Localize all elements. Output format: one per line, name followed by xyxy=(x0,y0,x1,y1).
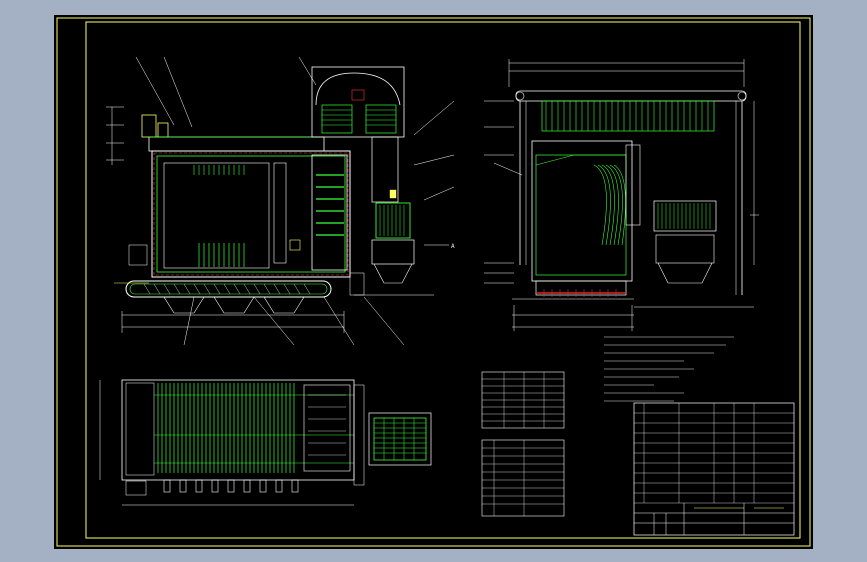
economizer-view: A xyxy=(311,66,455,296)
chain-grate xyxy=(125,280,332,298)
parts-list xyxy=(633,402,795,536)
side-elevation-view xyxy=(484,59,759,331)
front-elevation-view xyxy=(106,56,455,346)
auxiliary-table xyxy=(481,439,565,517)
inner-frame xyxy=(85,21,801,539)
section-marker: A xyxy=(451,243,455,250)
technical-notes xyxy=(604,336,734,402)
parameter-table xyxy=(481,371,565,429)
drawing-sheet: A xyxy=(54,15,813,549)
plan-view xyxy=(99,379,432,506)
cad-drawing: A xyxy=(56,17,811,547)
superheater-bank xyxy=(541,100,715,132)
furnace-casing xyxy=(151,150,351,278)
